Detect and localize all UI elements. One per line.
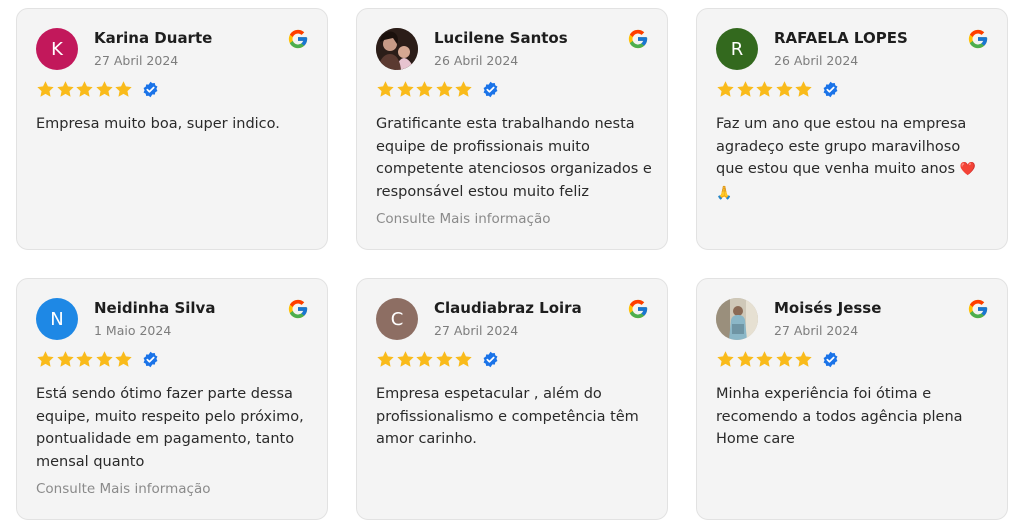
star-icon <box>377 351 394 367</box>
star-icon <box>56 351 74 367</box>
star-icon <box>95 351 113 367</box>
review-card: Moisés Jesse 27 Abril 2024 Minha experiê… <box>696 278 1008 520</box>
google-logo-icon <box>628 29 648 49</box>
rating-stars <box>36 80 159 99</box>
read-more-link[interactable]: Consulte Mais informação <box>36 481 210 497</box>
review-card: Lucilene Santos 26 Abril 2024 Gratifican… <box>356 8 668 250</box>
rating-stars <box>36 350 159 369</box>
review-date: 26 Abril 2024 <box>434 53 519 68</box>
avatar: N <box>36 298 78 340</box>
star-icon <box>775 81 793 97</box>
verified-badge-icon <box>823 351 837 368</box>
star-icon <box>435 81 453 97</box>
star-icon <box>736 351 754 367</box>
star-icon <box>396 81 414 97</box>
avatar: R <box>716 28 758 70</box>
google-logo-icon <box>288 29 308 49</box>
review-date: 1 Maio 2024 <box>94 323 172 338</box>
rating-stars <box>716 350 839 369</box>
review-text: Empresa espetacular , além do profission… <box>376 386 639 447</box>
review-card: K Karina Duarte 27 Abril 2024 Empresa mu… <box>16 8 328 250</box>
star-icon <box>76 81 93 97</box>
star-icon <box>795 351 812 367</box>
avatar <box>716 298 758 340</box>
review-text-body: Faz um ano que estou na empresa agradeço… <box>716 116 967 177</box>
star-icon <box>455 351 472 367</box>
review-card: N Neidinha Silva 1 Maio 2024 Está sendo … <box>16 278 328 520</box>
avatar-photo-icon <box>376 28 418 70</box>
reviewer-name: Lucilene Santos <box>434 29 568 47</box>
review-date: 26 Abril 2024 <box>774 53 859 68</box>
star-icon <box>115 81 132 97</box>
star-icon <box>795 81 812 97</box>
avatar: C <box>376 298 418 340</box>
google-logo-icon <box>628 299 648 319</box>
star-icon <box>416 81 433 97</box>
star-icon <box>115 351 132 367</box>
star-icon <box>717 351 734 367</box>
avatar <box>376 28 418 70</box>
star-icon <box>736 81 754 97</box>
review-text: Gratificante esta trabalhando nesta equi… <box>376 116 652 200</box>
verified-badge-icon <box>483 351 497 368</box>
review-card: C Claudiabraz Loira 27 Abril 2024 Empres… <box>356 278 668 520</box>
star-icon <box>756 351 773 367</box>
review-date: 27 Abril 2024 <box>94 53 179 68</box>
star-icon <box>416 351 433 367</box>
review-date: 27 Abril 2024 <box>434 323 519 338</box>
review-text: Empresa muito boa, super indico. <box>36 116 280 132</box>
star-icon <box>56 81 74 97</box>
google-logo-icon <box>968 29 988 49</box>
rating-stars <box>376 80 499 99</box>
review-card: R RAFAELA LOPES 26 Abril 2024 Faz um ano… <box>696 8 1008 250</box>
star-icon <box>775 351 793 367</box>
star-icon <box>756 81 773 97</box>
rating-stars <box>376 350 499 369</box>
star-icon <box>435 351 453 367</box>
star-icon <box>76 351 93 367</box>
star-icon <box>37 351 54 367</box>
star-icon <box>377 81 394 97</box>
avatar: K <box>36 28 78 70</box>
star-icon <box>717 81 734 97</box>
review-date: 27 Abril 2024 <box>774 323 859 338</box>
google-logo-icon <box>288 299 308 319</box>
star-icon <box>396 351 414 367</box>
verified-badge-icon <box>143 351 157 368</box>
star-icon <box>37 81 54 97</box>
star-icon <box>455 81 472 97</box>
read-more-link[interactable]: Consulte Mais informação <box>376 211 550 227</box>
verified-badge-icon <box>483 81 497 98</box>
review-text: Minha experiência foi ótima e recomendo … <box>716 386 963 447</box>
reviewer-name: Moisés Jesse <box>774 299 882 317</box>
avatar-photo-icon <box>716 298 758 340</box>
review-text: Está sendo ótimo fazer parte dessa equip… <box>36 386 304 470</box>
reviewer-name: Claudiabraz Loira <box>434 299 582 317</box>
reviewer-name: Karina Duarte <box>94 29 213 47</box>
reviewer-name: Neidinha Silva <box>94 299 216 317</box>
rating-stars <box>716 80 839 99</box>
reviewer-name: RAFAELA LOPES <box>774 29 908 47</box>
verified-badge-icon <box>143 81 157 98</box>
google-logo-icon <box>968 299 988 319</box>
verified-badge-icon <box>823 81 837 98</box>
star-icon <box>95 81 113 97</box>
review-text: Faz um ano que estou na empresa agradeço… <box>716 113 992 205</box>
